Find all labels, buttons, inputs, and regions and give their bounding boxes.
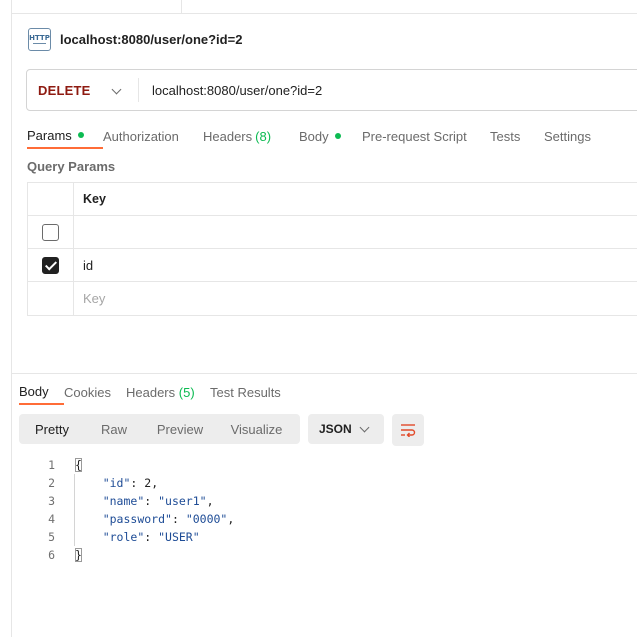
param-key-cell[interactable] [74, 216, 637, 248]
response-tab-headers[interactable]: Headers (5) [126, 379, 210, 405]
table-row: Key [28, 282, 637, 315]
chevron-down-icon [111, 84, 122, 95]
request-tabs: Params Authorization Headers (8) Body Pr… [27, 123, 614, 151]
tab-authorization[interactable]: Authorization [103, 123, 203, 149]
row-checkbox[interactable] [42, 256, 59, 274]
table-row: id [28, 249, 637, 282]
view-preview-button[interactable]: Preview [145, 416, 215, 442]
view-mode-toggle: Pretty Raw Preview Visualize [19, 414, 300, 444]
request-title-text[interactable]: localhost:8080/user/one?id=2 [60, 32, 242, 47]
json-key: "password" [102, 512, 172, 526]
tab-settings[interactable]: Settings [544, 123, 614, 149]
chevron-down-icon [359, 422, 370, 433]
response-tab-body[interactable]: Body [19, 379, 64, 405]
line-number: 4 [48, 512, 55, 526]
code-line: 2 "id": 2, [19, 474, 234, 492]
pane-divider[interactable] [11, 373, 637, 374]
code-line: 1 { [19, 456, 234, 474]
code-line: 4 "password": "0000", [19, 510, 234, 528]
table-row [28, 216, 637, 249]
code-line: 5 "role": "USER" [19, 528, 234, 546]
code-text: { [75, 458, 82, 472]
query-params-label: Query Params [27, 159, 116, 174]
url-input[interactable] [139, 70, 637, 110]
query-params-table: Key id Key [27, 182, 637, 316]
method-select[interactable]: DELETE [27, 70, 138, 110]
tab-params[interactable]: Params [27, 123, 103, 149]
param-key-cell[interactable]: id [74, 249, 637, 281]
json-value: "0000" [185, 512, 228, 526]
json-key: "role" [102, 530, 145, 544]
view-raw-button[interactable]: Raw [83, 416, 145, 442]
json-key: "name" [102, 494, 145, 508]
response-tab-test-results[interactable]: Test Results [210, 379, 290, 405]
http-icon: HTTP [28, 27, 51, 51]
code-text: } [75, 548, 82, 562]
json-key: "id" [102, 476, 131, 490]
tab-tests[interactable]: Tests [490, 123, 544, 149]
new-param-key-input[interactable]: Key [74, 282, 637, 315]
tab-pre-request-script[interactable]: Pre-request Script [362, 123, 490, 149]
line-number: 3 [48, 494, 55, 508]
tab-headers[interactable]: Headers (8) [203, 123, 299, 149]
request-title: HTTP localhost:8080/user/one?id=2 [28, 27, 242, 51]
wrap-lines-button[interactable] [392, 414, 424, 446]
url-bar: DELETE [26, 69, 637, 111]
json-value: "USER" [158, 530, 200, 544]
line-number: 6 [48, 548, 55, 562]
line-number: 1 [48, 458, 55, 472]
line-number: 2 [48, 476, 55, 490]
table-header-row: Key [28, 183, 637, 216]
response-tabs: Body Cookies Headers (5) Test Results [19, 379, 290, 407]
row-checkbox[interactable] [42, 223, 59, 241]
method-label: DELETE [38, 82, 91, 98]
view-pretty-button[interactable]: Pretty [21, 416, 83, 442]
code-line: 6 } [19, 546, 234, 564]
code-line: 3 "name": "user1", [19, 492, 234, 510]
response-tab-cookies[interactable]: Cookies [64, 379, 126, 405]
column-header-key: Key [83, 192, 106, 206]
json-value: "user1" [158, 494, 207, 508]
format-select[interactable]: JSON [308, 414, 384, 444]
modified-dot-icon [334, 133, 341, 139]
modified-dot-icon [77, 132, 84, 138]
response-body-editor[interactable]: 1 { 2 "id": 2, 3 "name": "user1", 4 "pas… [19, 456, 234, 564]
wrap-lines-icon [401, 424, 416, 437]
tab-strip [11, 0, 637, 14]
sidebar-edge [11, 0, 12, 637]
tab-body[interactable]: Body [299, 123, 362, 149]
view-visualize-button[interactable]: Visualize [215, 416, 298, 442]
line-number: 5 [48, 530, 55, 544]
